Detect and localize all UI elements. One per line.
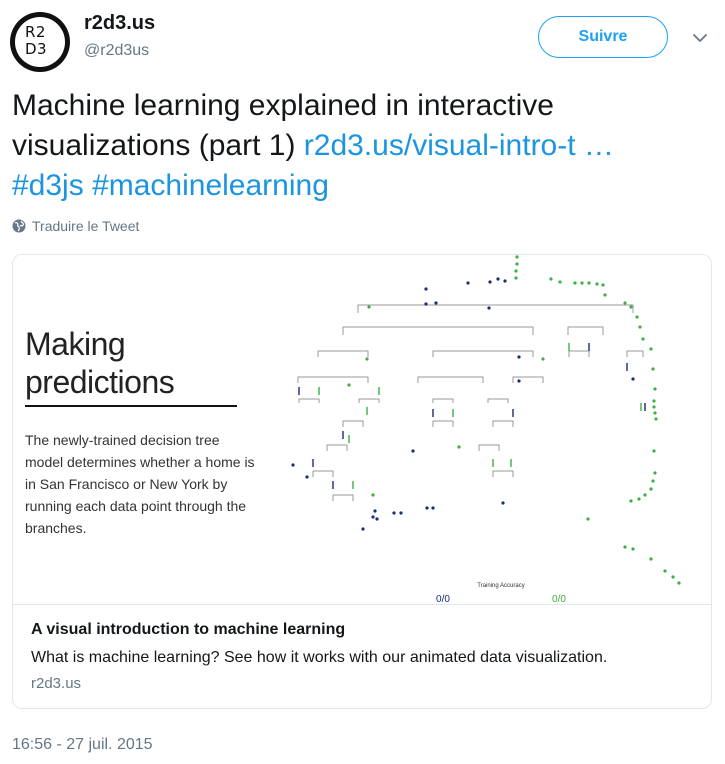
tweet-header: R2 D3 r2d3.us @r2d3us Suivre: [0, 0, 725, 80]
link-card[interactable]: Making predictions The newly-trained dec…: [12, 254, 712, 709]
training-accuracy-label: Training Accuracy: [477, 583, 524, 589]
card-body[interactable]: A visual introduction to machine learnin…: [13, 607, 711, 692]
card-title: A visual introduction to machine learnin…: [31, 621, 346, 638]
translate-tweet[interactable]: Traduire le Tweet: [12, 218, 139, 234]
follow-button[interactable]: Suivre: [538, 16, 668, 58]
avatar-text-line2: D3: [25, 40, 48, 58]
globe-icon: [12, 219, 26, 233]
decision-tree-illustration: Training Accuracy 0/0 0/0: [291, 255, 681, 605]
chevron-down-icon[interactable]: [690, 28, 710, 48]
card-domain: r2d3.us: [31, 675, 82, 692]
card-description: What is machine learning? See how it wor…: [31, 649, 608, 666]
tweet-timestamp[interactable]: 16:56 - 27 juil. 2015: [12, 736, 153, 754]
tweet-text: Machine learning explained in interactiv…: [12, 86, 717, 206]
avatar-logo: R2 D3: [15, 17, 65, 67]
author-handle[interactable]: @r2d3us: [84, 42, 149, 60]
author-name[interactable]: r2d3.us: [84, 12, 155, 35]
hashtag-machinelearning[interactable]: #machinelearning: [92, 169, 329, 202]
score-right: 0/0: [552, 594, 566, 605]
score-left: 0/0: [436, 594, 450, 605]
hashtag-d3js[interactable]: #d3js: [12, 169, 84, 202]
card-image[interactable]: Making predictions The newly-trained dec…: [13, 255, 711, 605]
avatar[interactable]: R2 D3: [10, 12, 70, 72]
translate-label: Traduire le Tweet: [32, 218, 140, 234]
avatar-text-line1: R2: [25, 23, 46, 41]
tweet-link[interactable]: r2d3.us/visual-intro-t …: [304, 129, 614, 162]
